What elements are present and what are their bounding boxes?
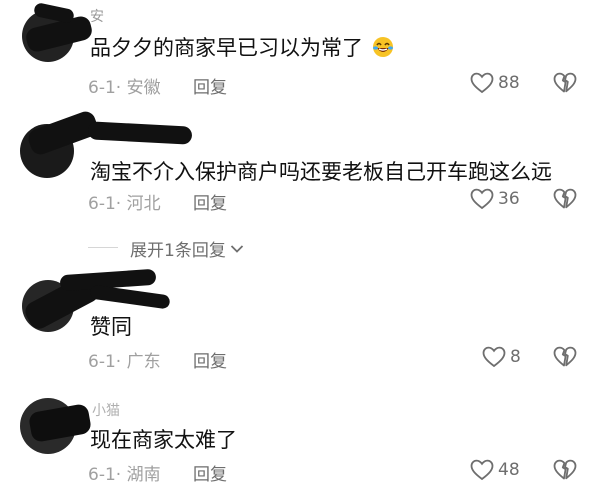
rolling-laughing-emoji — [372, 37, 393, 57]
comment-item: 小猫 现在商家太难了 6-1· 湖南 回复 48 — [0, 386, 600, 493]
reply-button[interactable]: 回复 — [193, 460, 227, 485]
comment-item: 淘宝不介入保护商户吗还要老板自己开车跑这么远 6-1· 河北 回复 36 — [0, 108, 600, 260]
like-count: 8 — [510, 347, 521, 367]
comment-text-content: 现在商家太难了 — [90, 428, 237, 452]
dislike-button[interactable] — [553, 72, 577, 94]
like-button[interactable]: 8 — [482, 346, 521, 368]
comment-date: 6-1 — [88, 465, 116, 485]
expand-divider — [88, 247, 118, 248]
reply-button[interactable]: 回复 — [193, 73, 227, 98]
meta-separator: · — [115, 194, 127, 214]
comment-meta: 6-1· 广东 — [88, 347, 161, 372]
meta-separator: · — [115, 465, 127, 485]
like-button[interactable]: 88 — [470, 72, 520, 94]
comment-date: 6-1 — [88, 352, 116, 372]
heart-icon — [470, 72, 494, 94]
broken-heart-icon — [553, 188, 577, 209]
reply-button[interactable]: 回复 — [193, 189, 227, 214]
like-count: 48 — [498, 460, 520, 480]
heart-icon — [470, 188, 494, 210]
comment-text: 赞同 — [90, 313, 132, 341]
comment-location: 河北 — [126, 194, 161, 214]
heart-icon — [470, 459, 494, 481]
meta-separator: · — [115, 78, 127, 98]
comment-item: 赞同 6-1· 广东 回复 8 — [0, 268, 600, 378]
comment-meta: 6-1· 湖南 — [88, 460, 161, 485]
broken-heart-icon — [553, 346, 577, 367]
like-button[interactable]: 48 — [470, 459, 520, 481]
comment-text-content: 赞同 — [90, 315, 132, 339]
expand-replies-button[interactable]: 展开1条回复 — [130, 236, 244, 261]
comment-text: 现在商家太难了 — [90, 426, 237, 454]
comment-meta: 6-1· 安徽 — [88, 73, 161, 98]
dislike-button[interactable] — [553, 188, 577, 210]
comment-location: 安徽 — [126, 78, 161, 98]
comment-text: 品夕夕的商家早已习以为常了 — [90, 34, 394, 62]
comment-username[interactable]: 安 — [90, 6, 104, 26]
chevron-down-icon — [230, 244, 243, 253]
comment-date: 6-1 — [88, 78, 116, 98]
comment-text-content: 品夕夕的商家早已习以为常了 — [90, 36, 363, 60]
reply-button[interactable]: 回复 — [193, 347, 227, 372]
heart-icon — [482, 346, 506, 368]
meta-separator: · — [115, 352, 127, 372]
redaction-scribble — [89, 284, 171, 310]
dislike-button[interactable] — [553, 459, 577, 481]
comment-username[interactable]: 小猫 — [92, 400, 120, 420]
comment-meta: 6-1· 河北 — [88, 189, 161, 214]
comment-location: 广东 — [126, 352, 161, 372]
comment-location: 湖南 — [126, 465, 161, 485]
like-count: 36 — [498, 189, 520, 209]
comment-date: 6-1 — [88, 194, 116, 214]
comment-text: 淘宝不介入保护商户吗还要老板自己开车跑这么远 — [90, 158, 552, 186]
like-button[interactable]: 36 — [470, 188, 520, 210]
dislike-button[interactable] — [553, 346, 577, 368]
redaction-scribble — [87, 121, 193, 145]
like-count: 88 — [498, 73, 520, 93]
comment-text-content: 淘宝不介入保护商户吗还要老板自己开车跑这么远 — [90, 160, 552, 184]
broken-heart-icon — [553, 459, 577, 480]
broken-heart-icon — [553, 72, 577, 93]
comment-item: 安 品夕夕的商家早已习以为常了 6-1· 安徽 回复 88 — [0, 0, 600, 110]
expand-replies-label: 展开1条回复 — [130, 241, 226, 261]
